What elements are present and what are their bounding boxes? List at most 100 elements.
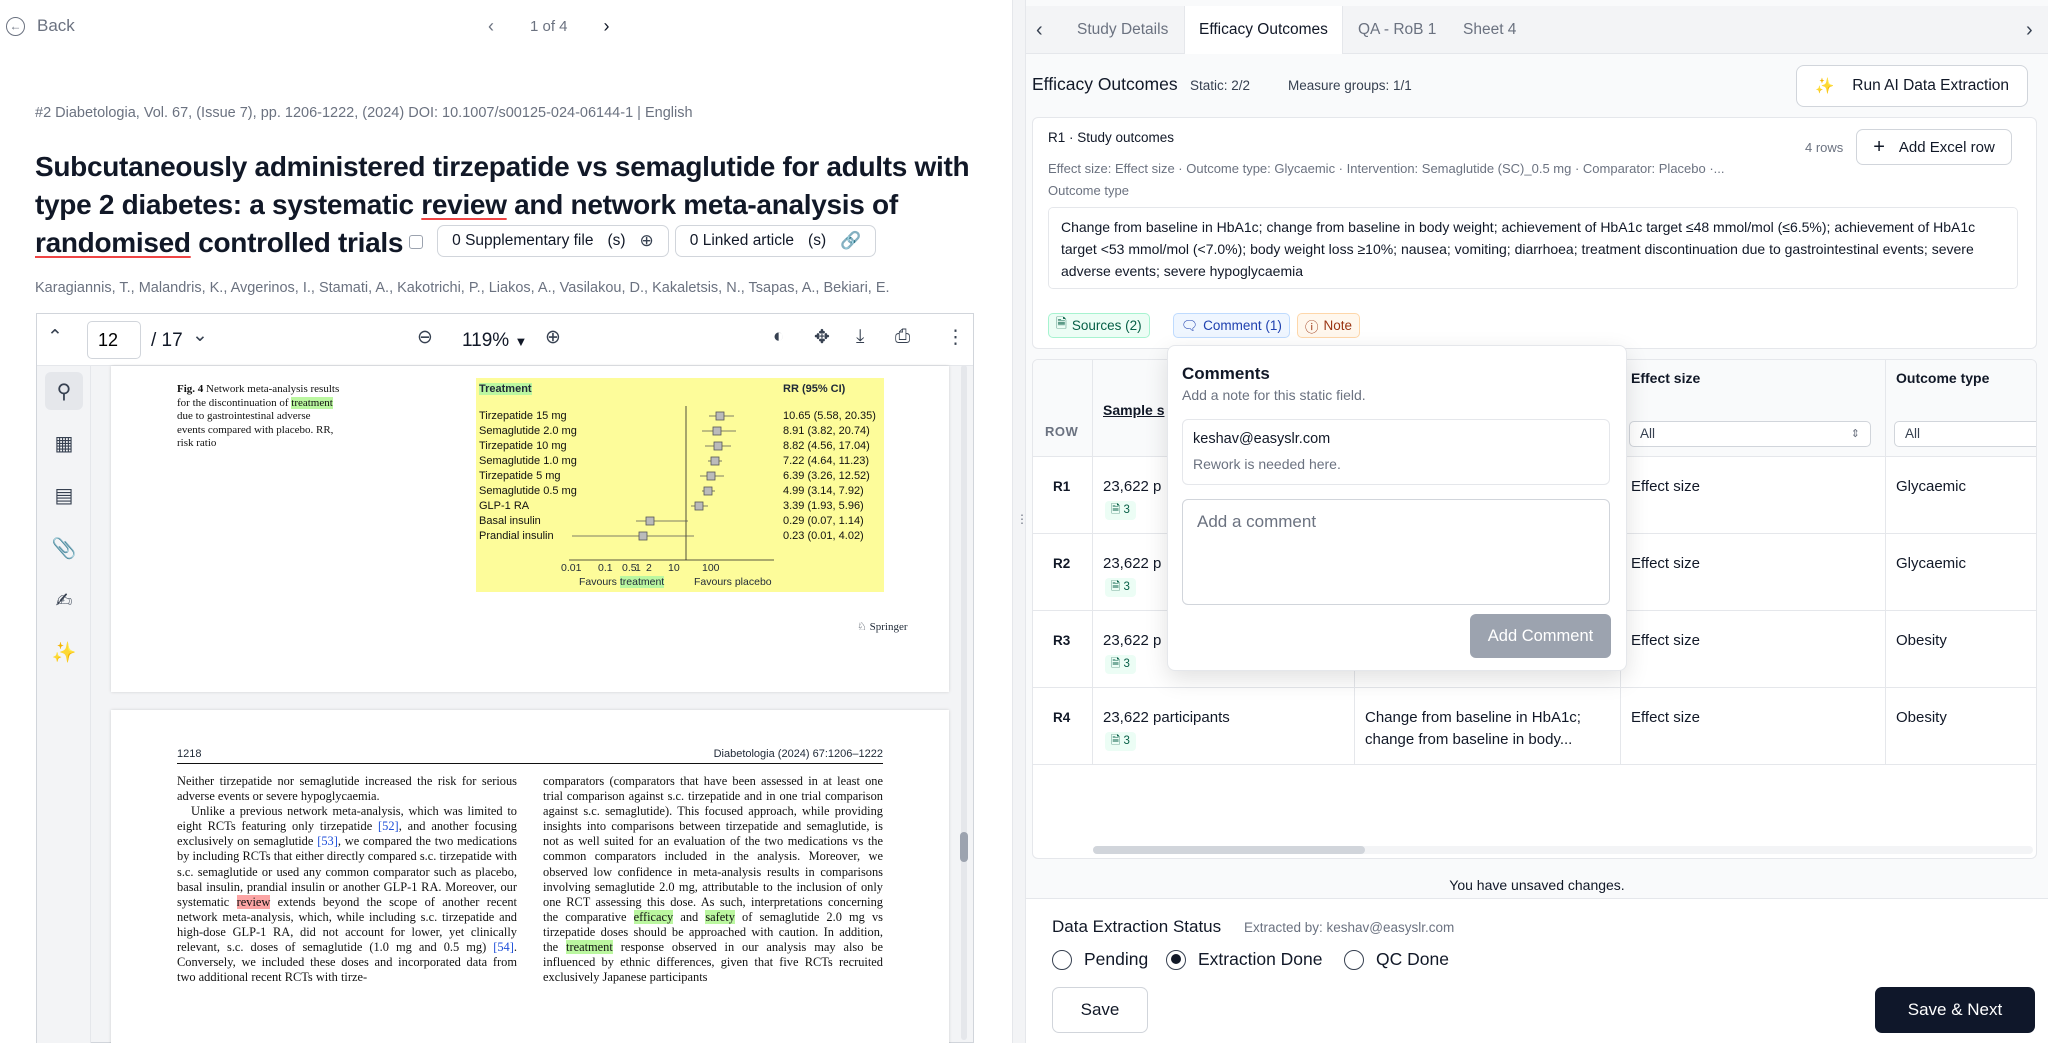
add-comment-input[interactable] xyxy=(1182,499,1610,605)
outcome-type-textarea[interactable]: Change from baseline in HbA1c; change fr… xyxy=(1048,207,2018,289)
page-up-icon[interactable]: ⌃ xyxy=(47,326,63,349)
table-cell[interactable]: 23,622 participants 🗎 3 xyxy=(1093,688,1355,765)
comments-title: Comments xyxy=(1182,364,1270,383)
table-cell[interactable]: Effect size xyxy=(1621,457,1886,534)
table-cell[interactable]: Obesity xyxy=(1886,611,2036,688)
study-outcomes-card: R1 · Study outcomes 4 rows + Add Excel r… xyxy=(1032,117,2037,349)
effect-size-filter[interactable]: All ⇕ xyxy=(1629,421,1871,447)
pan-icon[interactable]: ✥ xyxy=(814,326,830,349)
page-number-input[interactable] xyxy=(87,321,141,359)
add-excel-row-button[interactable]: + Add Excel row xyxy=(1856,129,2012,165)
run-ai-extraction-button[interactable]: ✨ Run AI Data Extraction xyxy=(1796,65,2028,107)
table-scroll-thumb[interactable] xyxy=(1093,846,1365,854)
status-qc-done-radio[interactable]: QC Done xyxy=(1344,949,1449,970)
extracted-by: Extracted by: keshav@easyslr.com xyxy=(1244,920,1455,935)
search-icon[interactable]: ⚲ xyxy=(45,372,83,410)
status-extraction-done-radio[interactable]: Extraction Done xyxy=(1166,949,1323,970)
sources-chip[interactable]: 🗎 Sources (2) xyxy=(1048,313,1150,338)
status-title: Data Extraction Status xyxy=(1052,917,1222,936)
download-icon[interactable]: ⤓ xyxy=(856,326,864,348)
back-button[interactable]: ← Back xyxy=(6,16,75,36)
pdf-scroll-thumb[interactable] xyxy=(960,832,968,862)
tab-study-details[interactable]: Study Details xyxy=(1077,6,1168,54)
comment-message: Rework is needed here. xyxy=(1193,456,1341,472)
effect-size-cell: Effect size xyxy=(1631,632,1700,649)
source-count-badge[interactable]: 🗎 3 xyxy=(1105,501,1136,520)
row-id: R3 xyxy=(1053,633,1071,648)
source-count-badge[interactable]: 🗎 3 xyxy=(1105,655,1136,674)
plus-circle-icon: ⊕ xyxy=(639,230,654,250)
table-cell[interactable]: R2 xyxy=(1033,534,1093,611)
effect-size-cell: Effect size xyxy=(1631,709,1700,726)
table-cell[interactable]: Glycaemic xyxy=(1886,534,2036,611)
ai-sparkle-icon[interactable]: ✨ xyxy=(45,633,83,671)
table-row[interactable]: R4 23,622 participants 🗎 3 Change from base… xyxy=(1033,688,2036,765)
springer-icon: ♘ xyxy=(857,621,867,633)
forest-row-rr: 7.22 (4.64, 11.23) xyxy=(783,455,870,467)
tabs-scroll-left-icon[interactable]: ‹ xyxy=(1036,6,1043,54)
zoom-select[interactable]: 119% ▼ xyxy=(462,330,527,352)
forest-row-rr: 8.82 (4.56, 17.04) xyxy=(783,440,870,452)
effect-size-cell: Effect size xyxy=(1631,555,1700,572)
forest-plot: Treatment RR (95% CI) Tirzepatide 15 mg … xyxy=(476,378,884,592)
linked-article-button[interactable]: 0 Linked article (s) 🔗 xyxy=(674,224,877,257)
signature-icon[interactable]: ✍ xyxy=(45,581,83,619)
print-icon[interactable]: ⎙ xyxy=(895,326,910,348)
outline-icon[interactable]: ▤ xyxy=(45,476,83,514)
status-pending-radio[interactable]: Pending xyxy=(1052,949,1148,970)
tab-efficacy-outcomes[interactable]: Efficacy Outcomes xyxy=(1184,6,1343,54)
table-cell[interactable]: R4 xyxy=(1033,688,1093,765)
sample-size-column-header[interactable]: Sample s xyxy=(1103,402,1164,418)
table-cell[interactable]: Obesity xyxy=(1886,688,2036,765)
table-cell[interactable]: R3 xyxy=(1033,611,1093,688)
favours-treatment-label: Favours treatment xyxy=(579,576,665,588)
table-cell[interactable]: Change from baseline in HbA1c; change fr… xyxy=(1355,688,1621,765)
forest-row-rr: 0.29 (0.07, 1.14) xyxy=(783,515,864,527)
article-authors: Karagiannis, T., Malandris, K., Avgerino… xyxy=(35,280,890,296)
tabs-scroll-right-icon[interactable]: › xyxy=(2026,6,2033,54)
comment-chip[interactable]: 🗨 Comment (1) xyxy=(1173,313,1290,338)
table-cell[interactable]: Effect size xyxy=(1621,688,1886,765)
save-and-next-button[interactable]: Save & Next xyxy=(1875,987,2035,1033)
document-icon: 🗎 xyxy=(1111,581,1121,593)
rows-count: 4 rows xyxy=(1805,140,1844,155)
attachment-icon[interactable]: 📎 xyxy=(45,529,83,567)
table-horizontal-scrollbar[interactable] xyxy=(1093,846,2033,854)
thumbnails-icon[interactable]: ▦ xyxy=(45,424,83,462)
table-cell[interactable]: R1 xyxy=(1033,457,1093,534)
more-vertical-icon[interactable]: ⋮ xyxy=(946,326,965,349)
outcome-cell: Change from baseline in HbA1c; change fr… xyxy=(1365,709,1581,748)
note-chip[interactable]: ⓘ Note xyxy=(1297,313,1361,338)
table-cell[interactable]: Effect size xyxy=(1621,611,1886,688)
source-count-badge[interactable]: 🗎 3 xyxy=(1105,732,1136,751)
tab-qa-rob[interactable]: QA - RoB 1 xyxy=(1358,6,1436,54)
row-column-header: ROW xyxy=(1045,424,1079,439)
tab-sheet-4[interactable]: Sheet 4 xyxy=(1463,6,1516,54)
page-down-icon[interactable]: ⌄ xyxy=(192,324,208,347)
figure-caption: Fig. 4 Network meta-analysis results for… xyxy=(177,383,340,449)
plus-icon: + xyxy=(1873,135,1885,158)
next-article-icon[interactable]: › xyxy=(604,16,610,37)
comment-item: keshav@easyslr.com Rework is needed here… xyxy=(1182,419,1610,485)
save-button[interactable]: Save xyxy=(1052,987,1148,1033)
copy-icon[interactable] xyxy=(409,234,424,249)
forest-axis-tick: 0.1 xyxy=(598,562,613,574)
outcome-type-filter[interactable]: All xyxy=(1894,421,2036,447)
previous-article-icon[interactable]: ‹ xyxy=(488,16,494,37)
card-subtitle: Effect size: Effect size · Outcome type:… xyxy=(1048,161,1725,176)
pdf-scrollbar[interactable] xyxy=(960,365,968,1040)
arrow-left-icon: ← xyxy=(6,16,25,36)
document-icon: 🗎 xyxy=(1111,504,1121,516)
outcome-type-cell: Obesity xyxy=(1896,709,1947,726)
theme-icon[interactable]: ◐ xyxy=(773,326,784,348)
zoom-out-icon[interactable]: ⊖ xyxy=(417,326,433,349)
source-count-badge[interactable]: 🗎 3 xyxy=(1105,578,1136,597)
add-comment-button[interactable]: Add Comment xyxy=(1470,614,1611,658)
pane-resize-handle[interactable]: ⋮ xyxy=(1012,0,1028,1043)
forest-axis-tick: 2 xyxy=(646,562,652,574)
table-cell[interactable]: Effect size xyxy=(1621,534,1886,611)
supplementary-file-button[interactable]: 0 Supplementary file (s) ⊕ xyxy=(437,224,669,257)
zoom-in-icon[interactable]: ⊕ xyxy=(545,326,561,349)
table-cell[interactable]: Glycaemic xyxy=(1886,457,2036,534)
forest-row-label: Prandial insulin xyxy=(479,530,554,542)
